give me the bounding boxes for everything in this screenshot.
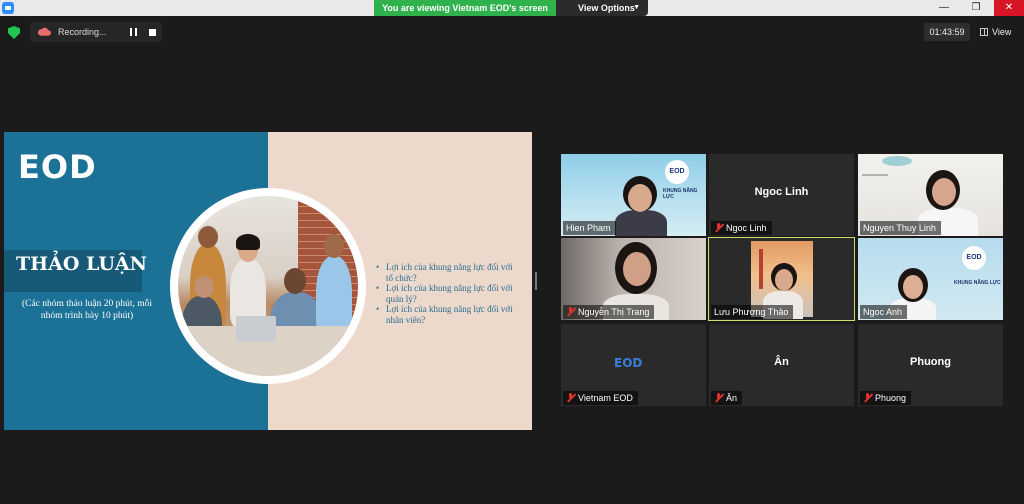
zoom-window: You are viewing Vietnam EOD's screen Vie… (0, 0, 1024, 504)
eod-badge: EOD (962, 246, 986, 270)
participant-name: Nguyen Thuy Linh (860, 221, 941, 235)
participant-tile[interactable]: Ân Ân (709, 324, 854, 406)
view-button[interactable]: View (978, 23, 1018, 41)
close-button[interactable]: ✕ (994, 0, 1024, 16)
view-options-button[interactable]: View Options ▼ (556, 0, 648, 16)
question-item: Lợi ích của khung năng lực đối với quản … (376, 283, 516, 304)
participant-tile[interactable]: Phuong Phuong (858, 324, 1003, 406)
team-photo (170, 188, 366, 384)
participant-name-tag: Ngoc Linh (711, 221, 772, 235)
participant-name: Ngoc Anh (860, 305, 908, 319)
participant-body (615, 210, 667, 236)
participant-tile[interactable]: EOD KHUNG NĂNG LỰC Ngoc Anh (858, 238, 1003, 320)
participant-name-tag: Ân (711, 391, 743, 405)
slide-subtitle: (Các nhóm thảo luận 20 phút, mỗi nhóm tr… (21, 299, 153, 321)
security-shield-icon[interactable] (8, 26, 20, 39)
participant-face (623, 252, 651, 286)
laptop (236, 316, 276, 342)
person-head (198, 226, 218, 248)
banner-text: KHUNG NĂNG LỰC (954, 280, 1001, 286)
team-photo-image (178, 196, 358, 376)
participant-face (903, 275, 923, 299)
participant-name-tag: Nguyễn Thị Trang (563, 305, 655, 319)
participant-name: Hien Pham (563, 221, 616, 235)
meeting-timer: 01:43:59 (924, 23, 970, 41)
person-head (324, 234, 344, 258)
muted-mic-icon (566, 393, 575, 402)
muted-mic-icon (714, 393, 723, 402)
question-item: Lợi ích của khung năng lực đối với tổ ch… (376, 262, 516, 283)
vietnam-eod-logo: EOD (614, 356, 643, 370)
participant-face (775, 269, 793, 291)
participant-face (932, 178, 956, 206)
stop-recording-icon[interactable] (149, 29, 156, 36)
participant-tile[interactable]: Nguyễn Thị Trang (561, 238, 706, 320)
slide-title: THẢO LUẬN (16, 253, 147, 275)
participant-name: Phuong (875, 393, 907, 403)
zoom-app-icon (2, 2, 14, 14)
recording-label: Recording... (58, 27, 107, 37)
bridge-tower (759, 249, 763, 289)
muted-mic-icon (714, 223, 723, 232)
banner-text: KHUNG NĂNG LỰC (663, 188, 698, 200)
participant-display-name: Ngoc Linh (754, 186, 809, 198)
muted-mic-icon (863, 393, 872, 402)
recording-indicator: Recording... (30, 22, 162, 42)
participant-tile-active-speaker[interactable]: Lưu Phương Thảo (708, 237, 855, 321)
person-head (284, 268, 306, 294)
participant-tile[interactable]: Nguyen Thuy Linh (858, 154, 1003, 236)
view-options-label: View Options (578, 3, 635, 13)
question-item: Lợi ích của khung năng lực đối với nhân … (376, 304, 516, 325)
participant-face (628, 184, 652, 212)
shared-screen: EOD THẢO LUẬN (Các nhóm thảo luận 20 phú… (4, 132, 532, 430)
participant-name: Ân (726, 393, 738, 403)
shelf (862, 174, 888, 176)
person-hair (236, 234, 260, 250)
participant-tile[interactable]: EOD KHUNG NĂNG LỰC Hien Pham (561, 154, 706, 236)
wall-clock (882, 156, 912, 166)
chevron-down-icon: ▼ (633, 4, 640, 11)
gallery-view-icon (980, 28, 988, 36)
viewing-screen-banner: You are viewing Vietnam EOD's screen (374, 0, 556, 16)
eod-badge: EOD (665, 160, 689, 184)
participant-name: Vietnam EOD (578, 393, 633, 403)
participant-name-tag: Vietnam EOD (563, 391, 638, 405)
participant-name-tag: Phuong (860, 391, 912, 405)
minimize-button[interactable]: — (930, 0, 958, 16)
discussion-questions: Lợi ích của khung năng lực đối với tổ ch… (376, 262, 516, 325)
restore-button[interactable]: ❐ (962, 0, 990, 16)
participant-tile[interactable]: EOD Vietnam EOD (561, 324, 706, 406)
participant-name: Nguyễn Thị Trang (578, 307, 650, 317)
participant-name: Ngoc Linh (726, 223, 767, 233)
participant-display-name: Phuong (910, 356, 951, 368)
person-figure (316, 256, 352, 336)
person-head (194, 276, 214, 298)
participant-tile[interactable]: Ngoc Linh Ngoc Linh (709, 154, 854, 236)
muted-mic-icon (566, 307, 575, 316)
participant-display-name: Ân (774, 356, 789, 368)
title-bar: You are viewing Vietnam EOD's screen Vie… (0, 0, 1024, 16)
eod-logo: EOD (18, 148, 97, 186)
participant-name: Lưu Phương Thảo (711, 305, 794, 319)
panel-resize-handle[interactable] (535, 272, 537, 290)
cloud-recording-icon (38, 27, 51, 36)
pause-recording-icon[interactable] (130, 28, 137, 36)
view-label: View (992, 27, 1012, 37)
